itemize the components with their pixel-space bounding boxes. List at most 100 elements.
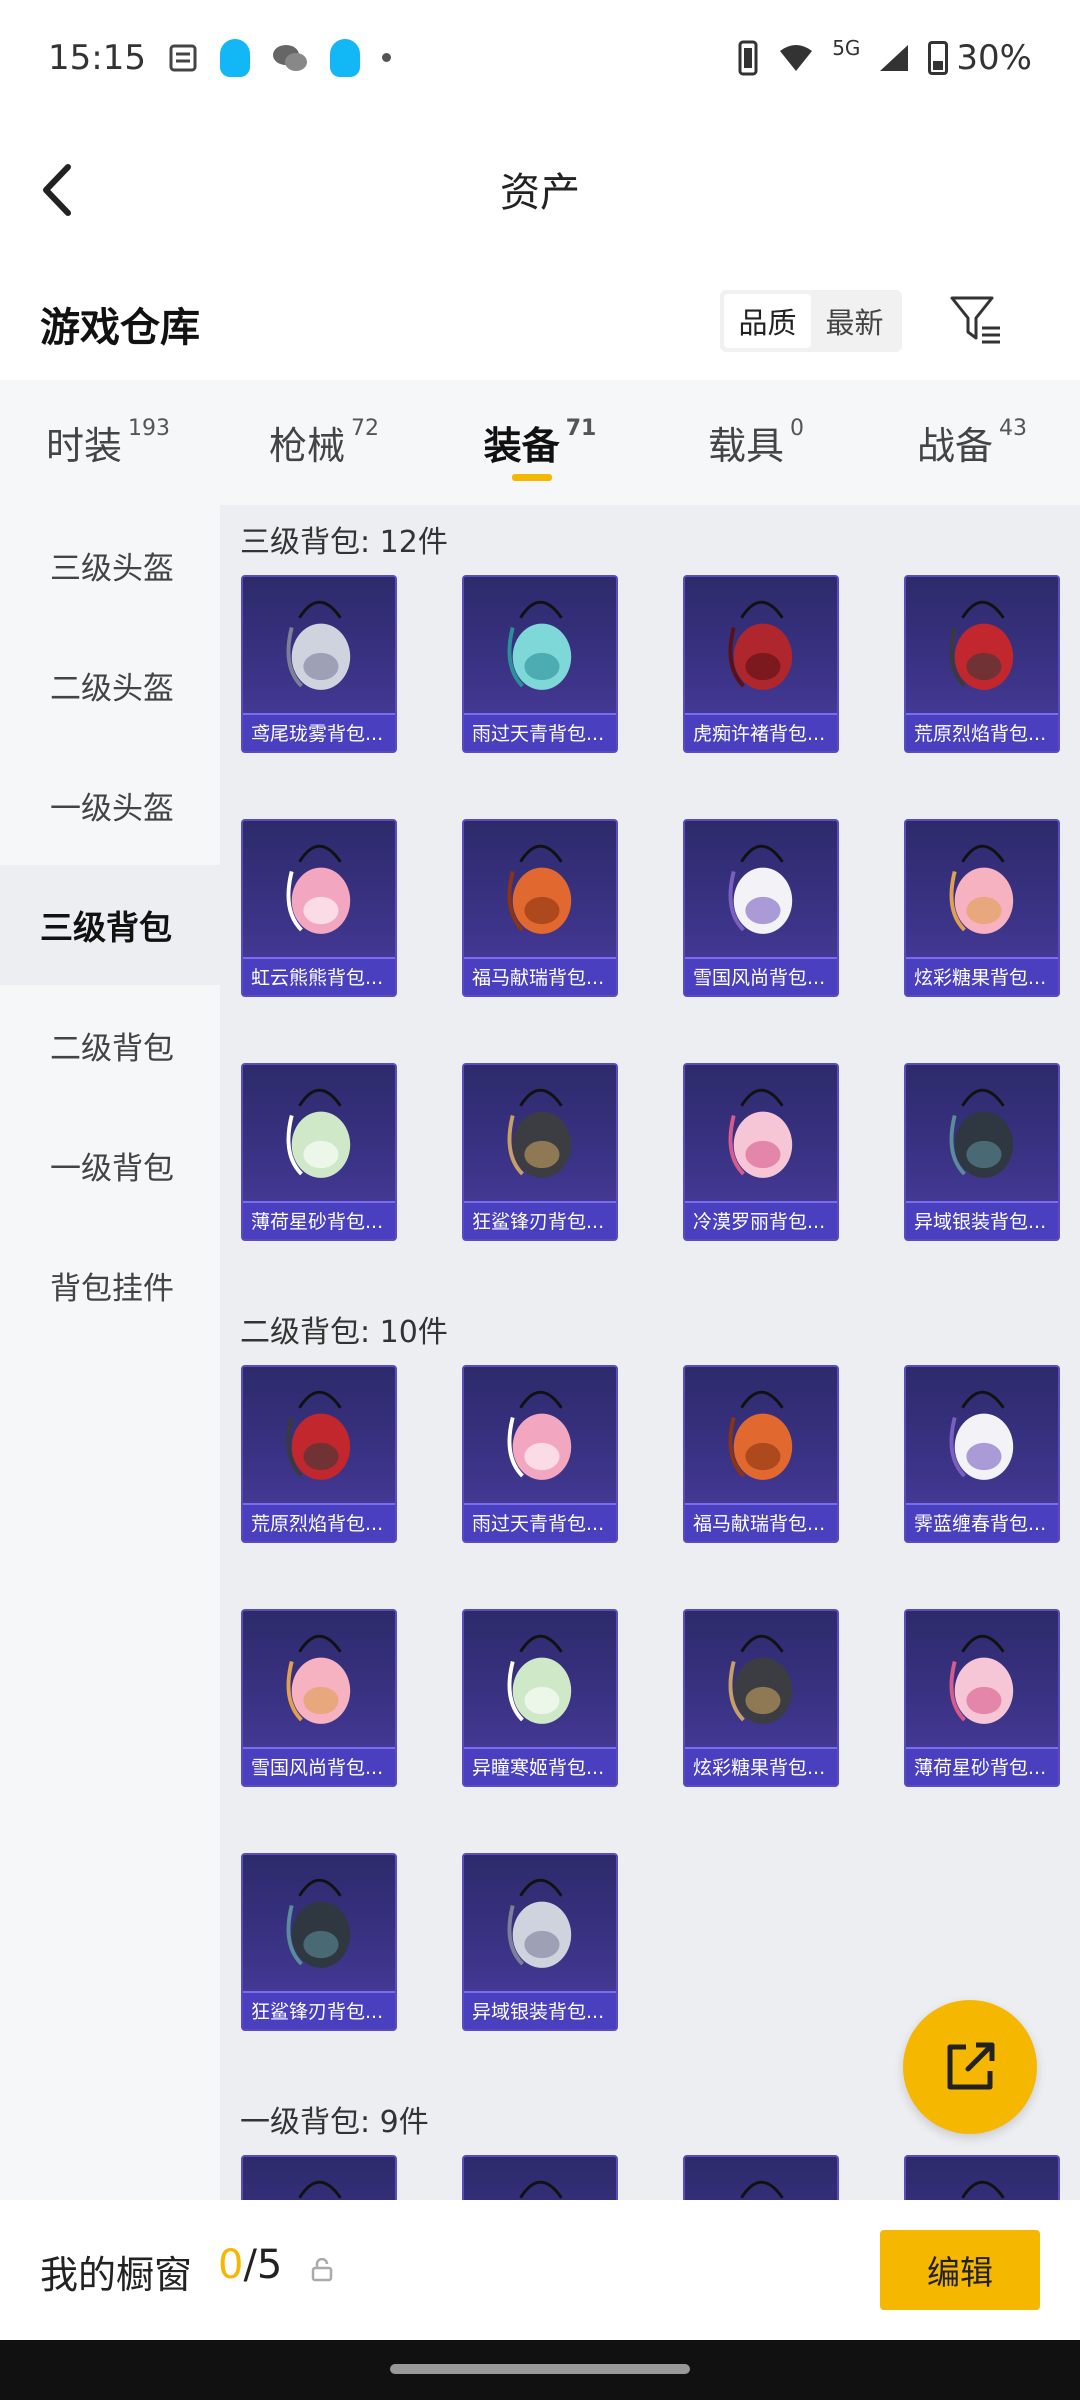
warehouse-row: 游戏仓库 品质 最新: [0, 270, 1080, 380]
item-card[interactable]: [683, 2155, 839, 2200]
backpack-image: [286, 1634, 351, 1724]
showcase-count: 0/5: [218, 2242, 282, 2288]
item-card[interactable]: 福马献瑞背包...: [462, 819, 618, 997]
item-card[interactable]: 雪国风尚背包...: [683, 819, 839, 997]
sidebar-item-backpack-1[interactable]: 一级背包: [0, 1105, 220, 1225]
item-card[interactable]: 异域银装背包...: [462, 1853, 618, 2031]
item-name: 炫彩糖果背包...: [685, 1747, 837, 1785]
item-name: 异域银装背包...: [906, 1201, 1058, 1239]
filter-icon: [950, 296, 1000, 344]
tab-supplies[interactable]: 战备 43: [864, 380, 1080, 505]
item-card[interactable]: 霁蓝缠春背包...: [904, 1365, 1060, 1543]
qq-icon-2: [329, 38, 360, 77]
backpack-image: [728, 600, 793, 690]
item-card[interactable]: 薄荷星砂背包...: [904, 1609, 1060, 1787]
item-name: 异瞳寒姬背包...: [464, 1747, 616, 1785]
backpack-image: [949, 1634, 1014, 1724]
item-card[interactable]: [904, 2155, 1060, 2200]
item-card[interactable]: 异瞳寒姬背包...: [462, 1609, 618, 1787]
backpack-image: [519, 2180, 563, 2199]
backpack-image: [949, 600, 1014, 690]
edit-button[interactable]: 编辑: [880, 2230, 1040, 2310]
backpack-image: [286, 600, 351, 690]
tab-vehicles[interactable]: 载具 0: [648, 380, 864, 505]
backpack-image: [728, 844, 793, 934]
item-card[interactable]: 福马献瑞背包...: [683, 1365, 839, 1543]
sort-newest-button[interactable]: 最新: [811, 294, 898, 348]
item-card[interactable]: 雪国风尚背包...: [241, 1609, 397, 1787]
item-name: 福马献瑞背包...: [464, 957, 616, 995]
item-name: 雪国风尚背包...: [685, 957, 837, 995]
backpack-image: [286, 1088, 351, 1178]
backpack-image: [298, 2180, 342, 2199]
tab-label: 载具: [707, 424, 784, 468]
qq-icon: [219, 38, 250, 77]
sidebar-item-backpack-charm[interactable]: 背包挂件: [0, 1225, 220, 1345]
tab-count: 0: [790, 416, 804, 441]
showcase-bar: 我的橱窗 0/5 编辑: [0, 2200, 1080, 2340]
item-card[interactable]: [462, 2155, 618, 2200]
item-card[interactable]: 狂鲨锋刃背包...: [462, 1063, 618, 1241]
external-link-icon: [947, 2042, 995, 2090]
backpack-image: [961, 2180, 1005, 2199]
item-card[interactable]: 炫彩糖果背包...: [683, 1609, 839, 1787]
signal-icon: [878, 43, 910, 73]
item-card[interactable]: 雨过天青背包...: [462, 575, 618, 753]
sidebar-item-helmet-2[interactable]: 二级头盔: [0, 625, 220, 745]
section-title: 二级背包: 10件: [240, 1315, 448, 1350]
sidebar-item-backpack-3[interactable]: 三级背包: [0, 865, 220, 985]
home-handle[interactable]: [390, 2364, 690, 2374]
item-name: 福马献瑞背包...: [685, 1503, 837, 1541]
tab-label: 枪械: [268, 424, 345, 468]
notes-icon: [168, 43, 198, 73]
item-card[interactable]: 虹云熊熊背包...: [241, 819, 397, 997]
wifi-icon: [778, 43, 814, 73]
backpack-image: [728, 1390, 793, 1480]
tab-equipment[interactable]: 装备 71: [432, 380, 648, 505]
item-name: 薄荷星砂背包...: [243, 1201, 395, 1239]
item-name: 荒原烈焰背包...: [906, 713, 1058, 751]
sidebar: 三级头盔 二级头盔 一级头盔 三级背包 二级背包 一级背包 背包挂件: [0, 505, 220, 2200]
item-card[interactable]: 狂鲨锋刃背包...: [241, 1853, 397, 2031]
header: 资产: [0, 115, 1080, 260]
section-title: 一级背包: 9件: [240, 2105, 429, 2140]
item-card[interactable]: 异域银装背包...: [904, 1063, 1060, 1241]
item-name: 狂鲨锋刃背包...: [243, 1991, 395, 2029]
item-card[interactable]: 炫彩糖果背包...: [904, 819, 1060, 997]
backpack-image: [507, 844, 572, 934]
item-card[interactable]: 虎痴许褚背包...: [683, 575, 839, 753]
backpack-image: [949, 1088, 1014, 1178]
item-card[interactable]: 荒原烈焰背包...: [241, 1365, 397, 1543]
tab-guns[interactable]: 枪械 72: [216, 380, 432, 505]
backpack-image: [507, 1878, 572, 1968]
sidebar-item-helmet-1[interactable]: 一级头盔: [0, 745, 220, 865]
backpack-image: [507, 1390, 572, 1480]
tab-count: 71: [565, 416, 597, 441]
share-button[interactable]: [903, 2000, 1037, 2134]
tab-count: 43: [999, 416, 1027, 441]
sidebar-item-backpack-2[interactable]: 二级背包: [0, 985, 220, 1105]
backpack-image: [949, 1390, 1014, 1480]
item-grid: 三级背包: 12件 鸢尾珑雾背包... 雨过天青背包... 虎痴许褚背包... 荒原烈焰…: [220, 505, 1080, 2200]
item-name: 薄荷星砂背包...: [906, 1747, 1058, 1785]
backpack-image: [507, 1634, 572, 1724]
filter-button[interactable]: [948, 292, 1004, 348]
item-name: 雨过天青背包...: [464, 713, 616, 751]
item-card[interactable]: 薄荷星砂背包...: [241, 1063, 397, 1241]
tab-label: 装备: [483, 424, 560, 468]
item-card[interactable]: 雨过天青背包...: [462, 1365, 618, 1543]
item-name: 虹云熊熊背包...: [243, 957, 395, 995]
showcase-current: 0: [218, 2242, 244, 2288]
item-name: 狂鲨锋刃背包...: [464, 1201, 616, 1239]
sort-toggle: 品质 最新: [720, 290, 902, 352]
item-card[interactable]: [241, 2155, 397, 2200]
system-nav-bar: [0, 2340, 1080, 2400]
backpack-image: [507, 1088, 572, 1178]
item-card[interactable]: 冷漠罗丽背包...: [683, 1063, 839, 1241]
tab-fashion[interactable]: 时装 193: [0, 380, 216, 505]
item-card[interactable]: 鸢尾珑雾背包...: [241, 575, 397, 753]
sort-quality-button[interactable]: 品质: [724, 294, 811, 348]
item-card[interactable]: 荒原烈焰背包...: [904, 575, 1060, 753]
sidebar-item-helmet-3[interactable]: 三级头盔: [0, 505, 220, 625]
lock-icon: [310, 2257, 334, 2282]
